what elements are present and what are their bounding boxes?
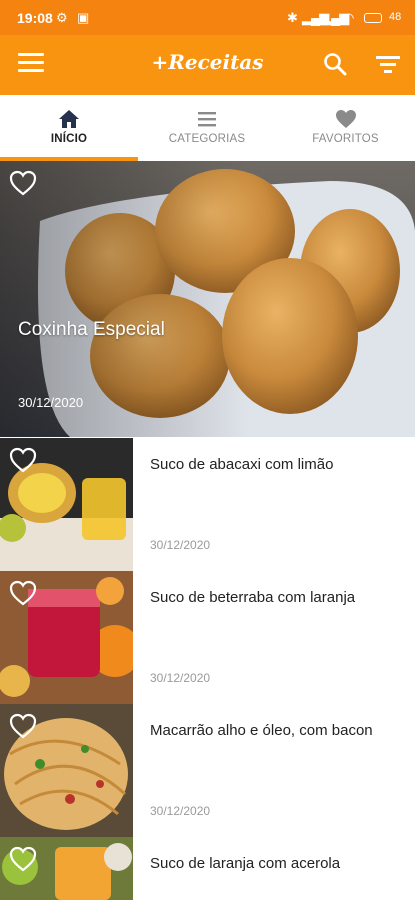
settings-icon: ⚙	[56, 10, 68, 25]
search-icon[interactable]	[322, 51, 348, 77]
recipe-date: 30/12/2020	[150, 671, 211, 685]
recipe-list-item[interactable]: Suco de beterraba com laranja 30/12/2020	[0, 571, 415, 705]
featured-recipe-date: 30/12/2020	[18, 395, 84, 410]
tab-categorias-label: CATEGORIAS	[168, 133, 246, 145]
tab-bar: INÍCIO CATEGORIAS FAVORITOS	[0, 95, 415, 162]
favorite-heart-icon[interactable]	[9, 447, 37, 473]
app-title: +Receitas	[151, 50, 264, 74]
recipe-title: Suco de abacaxi com limão	[150, 456, 334, 473]
tab-favoritos-label: FAVORITOS	[312, 133, 379, 145]
battery-level: 48	[389, 11, 402, 23]
app-bar: +Receitas	[0, 35, 415, 95]
tab-inicio[interactable]: INÍCIO	[0, 95, 138, 161]
featured-recipe-title: Coxinha Especial	[18, 319, 165, 340]
bluetooth-icon: ✱	[287, 10, 298, 25]
filter-icon[interactable]	[376, 54, 400, 74]
recipe-date: 30/12/2020	[150, 804, 211, 818]
favorite-heart-icon[interactable]	[9, 170, 37, 196]
recipe-date: 30/12/2020	[150, 538, 211, 552]
notification-icon: ▣	[77, 10, 90, 25]
status-time: 19:08	[17, 10, 53, 26]
list-icon	[198, 112, 216, 127]
heart-icon	[335, 110, 356, 128]
favorite-heart-icon[interactable]	[9, 580, 37, 606]
status-bar: 19:08 ⚙ ▣ ✱ ▂▄▆ ▂▄▆ ◠ 48	[0, 0, 415, 35]
tab-inicio-label: INÍCIO	[50, 133, 88, 145]
favorite-heart-icon[interactable]	[9, 846, 37, 872]
tab-categorias[interactable]: CATEGORIAS	[138, 95, 276, 161]
battery-icon	[364, 13, 382, 23]
tab-favoritos[interactable]: FAVORITOS	[276, 95, 415, 161]
recipe-list-item[interactable]: Suco de abacaxi com limão 30/12/2020	[0, 438, 415, 572]
recipe-title: Macarrão alho e óleo, com bacon	[150, 722, 373, 739]
featured-recipe-card[interactable]: Coxinha Especial 30/12/2020	[0, 161, 415, 437]
recipe-title: Suco de laranja com acerola	[150, 855, 341, 872]
recipe-list-item[interactable]: Macarrão alho e óleo, com bacon 30/12/20…	[0, 704, 415, 838]
recipe-list-item[interactable]: Suco de laranja com acerola	[0, 837, 415, 900]
favorite-heart-icon[interactable]	[9, 713, 37, 739]
home-icon	[59, 110, 79, 128]
wifi-icon: ◠	[343, 10, 355, 25]
recipe-title: Suco de beterraba com laranja	[150, 589, 356, 606]
